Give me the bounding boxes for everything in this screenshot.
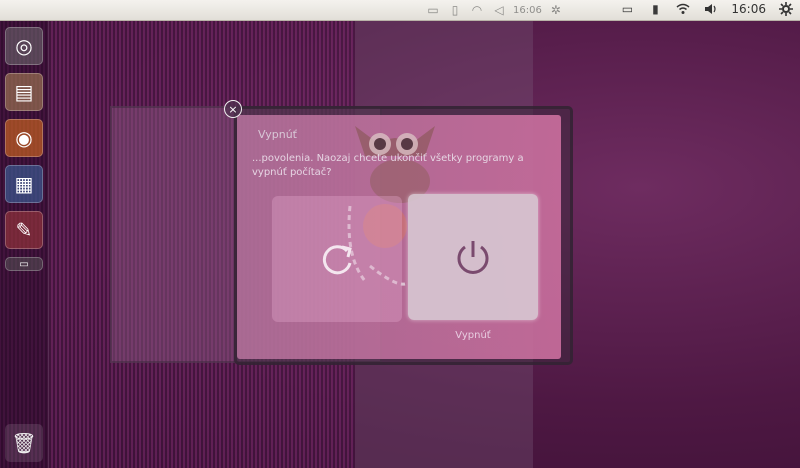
wifi-icon[interactable] bbox=[675, 1, 691, 17]
document-icon: ▦ bbox=[14, 172, 34, 196]
launcher: ◎ ▤ ◉ ▦ ✎ ▭ bbox=[0, 21, 49, 468]
trash-launcher-button[interactable]: 🗑 bbox=[5, 424, 43, 462]
gear-icon[interactable] bbox=[778, 1, 794, 17]
top-panel: ▭ ▯ ◠ ◁ 16:06 ✲ ▭ ▮ 16:06 bbox=[0, 0, 800, 21]
ghost-clock: 16:06 bbox=[513, 4, 542, 16]
volume-icon: ◁ bbox=[494, 3, 504, 17]
clipboard-icon: ▭ bbox=[427, 3, 439, 17]
power-icon bbox=[457, 241, 489, 274]
dialog-close-button[interactable]: × bbox=[224, 100, 242, 118]
clock[interactable]: 16:06 bbox=[731, 2, 766, 16]
gear-icon: ✲ bbox=[550, 3, 561, 17]
software-center-launcher-button[interactable]: ✎ bbox=[5, 211, 43, 249]
panel-ghost-indicators: ▭ ▯ ◠ ◁ 16:06 ✲ bbox=[425, 2, 564, 18]
tools-icon: ✎ bbox=[15, 218, 33, 242]
wifi-icon: ◠ bbox=[471, 3, 483, 17]
shutdown-option[interactable] bbox=[408, 194, 538, 320]
close-icon: × bbox=[228, 102, 238, 116]
firefox-icon: ◉ bbox=[15, 126, 33, 150]
dialog-title: Vypnúť bbox=[258, 128, 297, 141]
dialog-message: ...povolenia. Naozaj chcete ukončiť všet… bbox=[252, 153, 524, 178]
volume-icon[interactable] bbox=[703, 1, 719, 17]
clipboard-icon[interactable]: ▭ bbox=[619, 1, 635, 17]
battery-icon[interactable]: ▮ bbox=[647, 1, 663, 17]
restart-option[interactable] bbox=[272, 196, 402, 322]
workspace-icon: ▭ bbox=[19, 258, 29, 270]
ubuntu-logo-icon: ◎ bbox=[15, 34, 33, 58]
workspace-switcher-button[interactable]: ▭ bbox=[5, 257, 43, 271]
trash-icon: 🗑 bbox=[11, 431, 37, 455]
panel-indicators: ▭ ▮ 16:06 bbox=[619, 1, 794, 17]
restart-icon bbox=[322, 245, 352, 275]
battery-icon: ▯ bbox=[451, 3, 459, 17]
files-launcher-button[interactable]: ▤ bbox=[5, 73, 43, 111]
folder-icon: ▤ bbox=[14, 80, 34, 104]
dash-home-button[interactable]: ◎ bbox=[5, 27, 43, 65]
writer-launcher-button[interactable]: ▦ bbox=[5, 165, 43, 203]
shutdown-label: Vypnúť bbox=[455, 330, 491, 341]
firefox-launcher-button[interactable]: ◉ bbox=[5, 119, 43, 157]
